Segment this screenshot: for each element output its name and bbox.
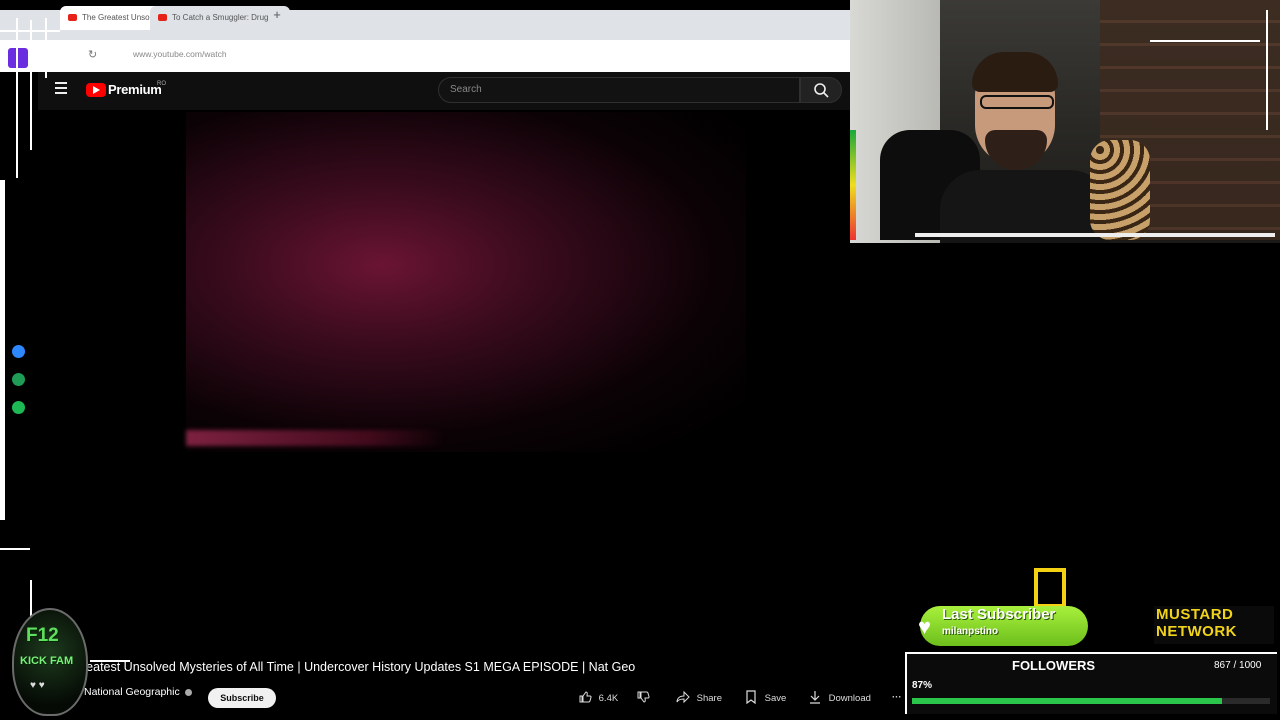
search-button[interactable] [800, 77, 842, 103]
channel-name[interactable]: National Geographic [84, 686, 180, 698]
tab-video-2[interactable]: To Catch a Smuggler: Drug [150, 6, 290, 30]
like-button[interactable]: 6.4K [578, 690, 618, 706]
save-label: Save [764, 693, 787, 704]
search-input[interactable] [438, 77, 800, 103]
new-tab-button[interactable]: + [270, 6, 284, 24]
verified-icon [185, 689, 192, 696]
premium-logo-text[interactable]: Premium [108, 82, 162, 97]
search-placeholder: Search [450, 84, 482, 95]
video-title: reatest Unsolved Mysteries of All Time |… [82, 660, 636, 674]
overlay-frame-line [16, 18, 18, 178]
badge-text-top: F12 [26, 625, 59, 646]
search-icon [814, 83, 829, 98]
youtube-favicon-icon [158, 14, 167, 21]
extension-icon[interactable] [8, 48, 28, 68]
last-subscriber-name: milanpstino [942, 626, 999, 637]
video-frame [186, 112, 746, 452]
network-logo-text: MUSTARD NETWORK [1156, 606, 1237, 640]
save-button[interactable]: Save [744, 690, 786, 706]
more-actions-button[interactable]: ··· [892, 690, 902, 706]
streamer-glasses [980, 95, 1054, 109]
whatsapp-icon[interactable] [12, 373, 25, 386]
followers-title: FOLLOWERS [1012, 658, 1096, 673]
overlay-frame-line [0, 30, 60, 32]
dislike-button[interactable] [636, 690, 650, 706]
overlay-frame-line [1266, 10, 1268, 130]
region-code: RO [157, 81, 166, 87]
natgeo-logo-icon [1034, 568, 1066, 608]
overlay-frame-line [0, 180, 5, 520]
save-icon [746, 690, 756, 705]
like-icon [579, 691, 592, 703]
like-count: 6.4K [598, 693, 619, 704]
webcam-leopard-pillow [1090, 140, 1150, 240]
dislike-icon [637, 691, 650, 703]
overlay-frame-line [45, 18, 47, 78]
tab-label: To Catch a Smuggler: Drug [172, 13, 269, 22]
streamer-hair [972, 52, 1058, 92]
webcam-audio-meter [850, 130, 856, 240]
share-label: Share [696, 693, 722, 704]
address-bar [0, 40, 850, 72]
last-subscriber-title: Last Subscriber [942, 606, 1056, 623]
share-icon [676, 690, 690, 704]
followers-count: 867 / 1000 [1214, 660, 1262, 671]
video-light-glow [186, 430, 446, 446]
overlay-frame-line [30, 20, 32, 150]
download-icon [810, 691, 820, 704]
overlay-frame-line [0, 548, 30, 550]
messenger-icon[interactable] [12, 345, 25, 358]
reload-icon[interactable]: ↻ [88, 48, 97, 61]
overlay-frame-line [1150, 40, 1260, 42]
menu-icon[interactable] [55, 82, 67, 94]
subscribe-button[interactable]: Subscribe [208, 688, 276, 708]
spotify-icon[interactable] [12, 401, 25, 414]
followers-progress-fill [912, 698, 1223, 704]
webcam-frame-bar [915, 233, 1275, 237]
download-button[interactable]: Download [808, 690, 871, 706]
share-button[interactable]: Share [676, 690, 722, 706]
badge-hearts-icon: ♥ ♥ [30, 680, 45, 691]
youtube-favicon-icon [68, 14, 77, 21]
url-field[interactable]: www.youtube.com/watch [133, 49, 227, 59]
youtube-logo-icon[interactable] [86, 83, 106, 97]
badge-text-bottom: KICK FAM [20, 655, 74, 667]
heart-icon: ♥ [918, 614, 932, 639]
followers-percent: 87% [912, 680, 933, 691]
download-label: Download [828, 693, 871, 704]
